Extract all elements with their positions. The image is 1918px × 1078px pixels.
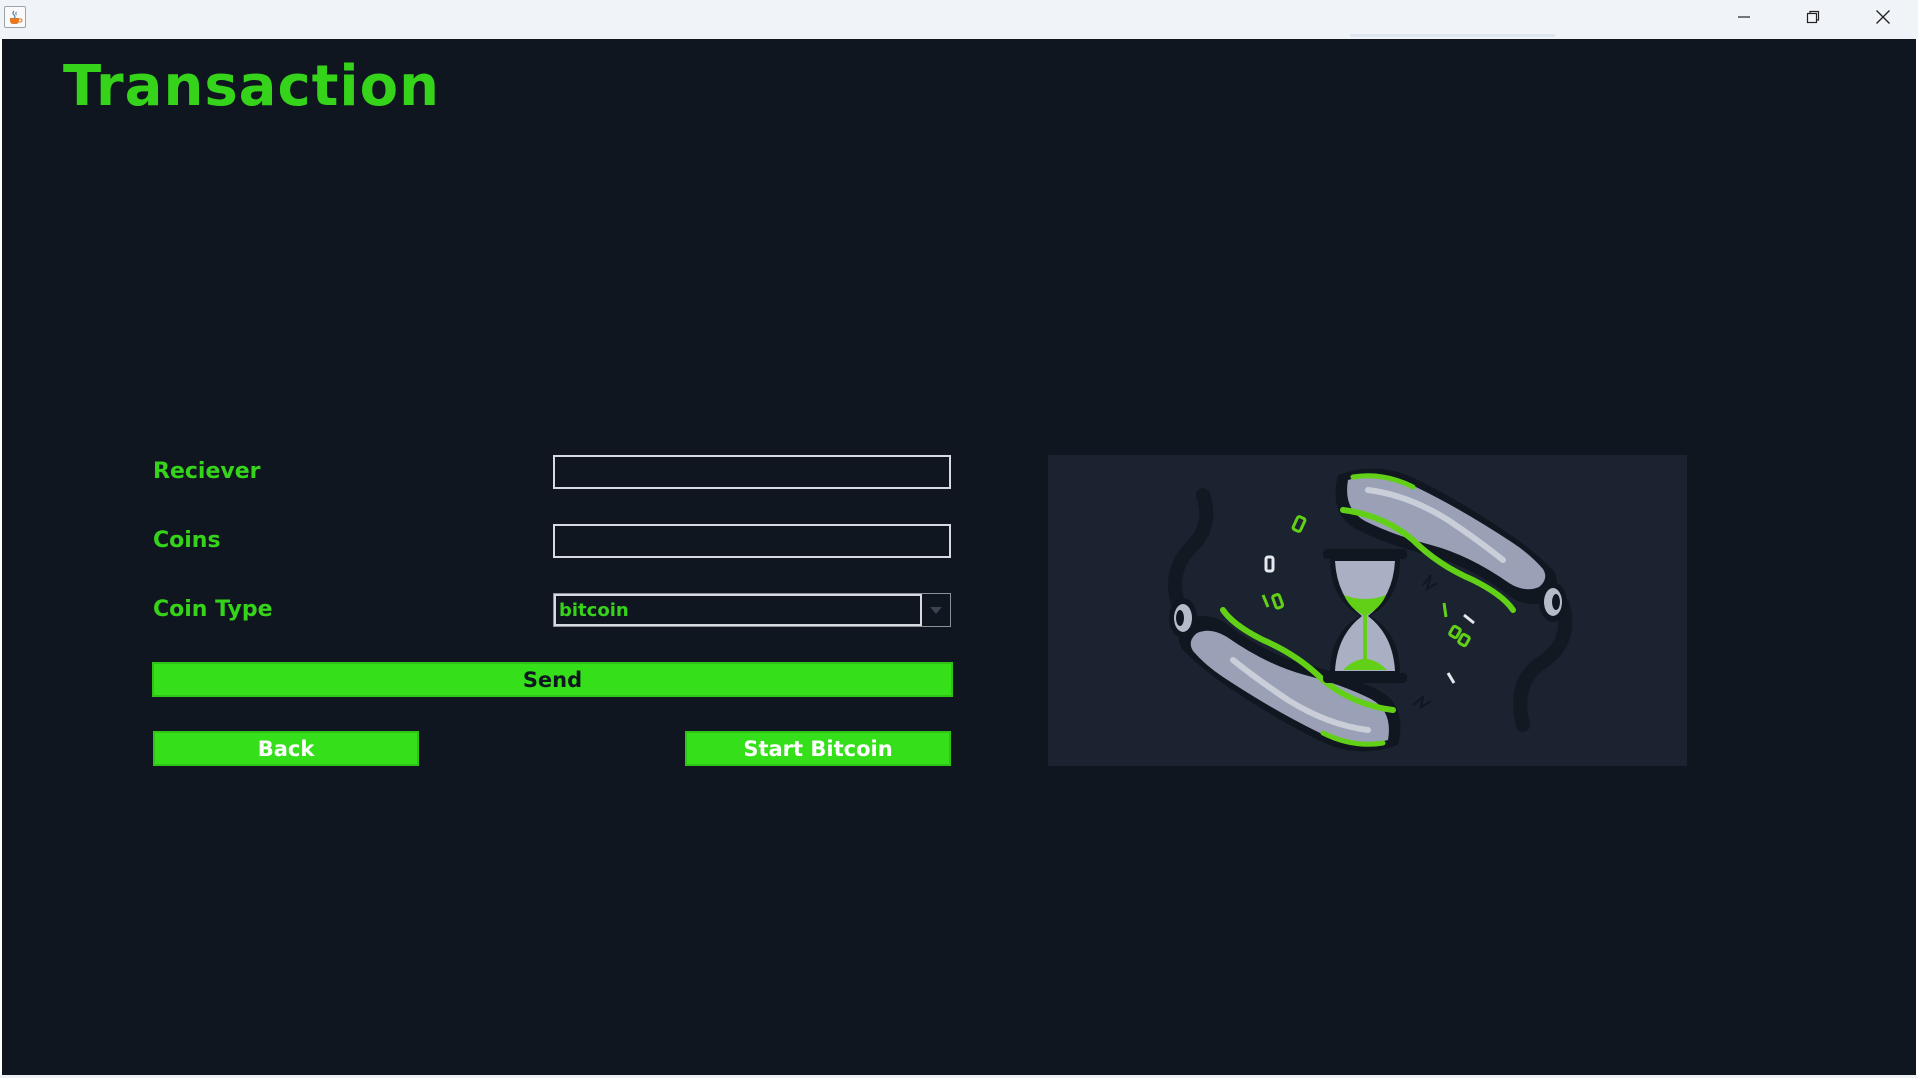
titlebar-accent	[1350, 34, 1555, 37]
coin-type-select[interactable]: bitcoin	[553, 593, 951, 627]
java-cup-icon[interactable]	[4, 6, 26, 28]
dropdown-arrow-button[interactable]	[922, 594, 950, 626]
send-button[interactable]: Send	[152, 662, 953, 697]
minimize-button[interactable]	[1709, 0, 1779, 34]
hands-hourglass-illustration	[1048, 455, 1687, 766]
coins-input[interactable]	[553, 524, 951, 558]
receiver-input[interactable]	[553, 455, 951, 489]
start-bitcoin-button[interactable]: Start Bitcoin	[685, 731, 951, 766]
chevron-down-icon	[930, 606, 942, 614]
coins-label: Coins	[153, 528, 221, 553]
receiver-label: Reciever	[153, 459, 261, 484]
close-button[interactable]	[1848, 0, 1918, 34]
coin-type-selected-value: bitcoin	[554, 594, 922, 626]
transaction-panel: Transaction Reciever Coins Coin Type bit…	[2, 39, 1916, 1075]
restore-icon	[1806, 10, 1820, 24]
minimize-icon	[1738, 16, 1750, 18]
page-title: Transaction	[63, 54, 440, 119]
close-icon	[1876, 10, 1890, 24]
back-button[interactable]: Back	[153, 731, 419, 766]
coin-type-label: Coin Type	[153, 597, 273, 622]
restore-button[interactable]	[1778, 0, 1848, 34]
window-titlebar	[0, 0, 1918, 39]
